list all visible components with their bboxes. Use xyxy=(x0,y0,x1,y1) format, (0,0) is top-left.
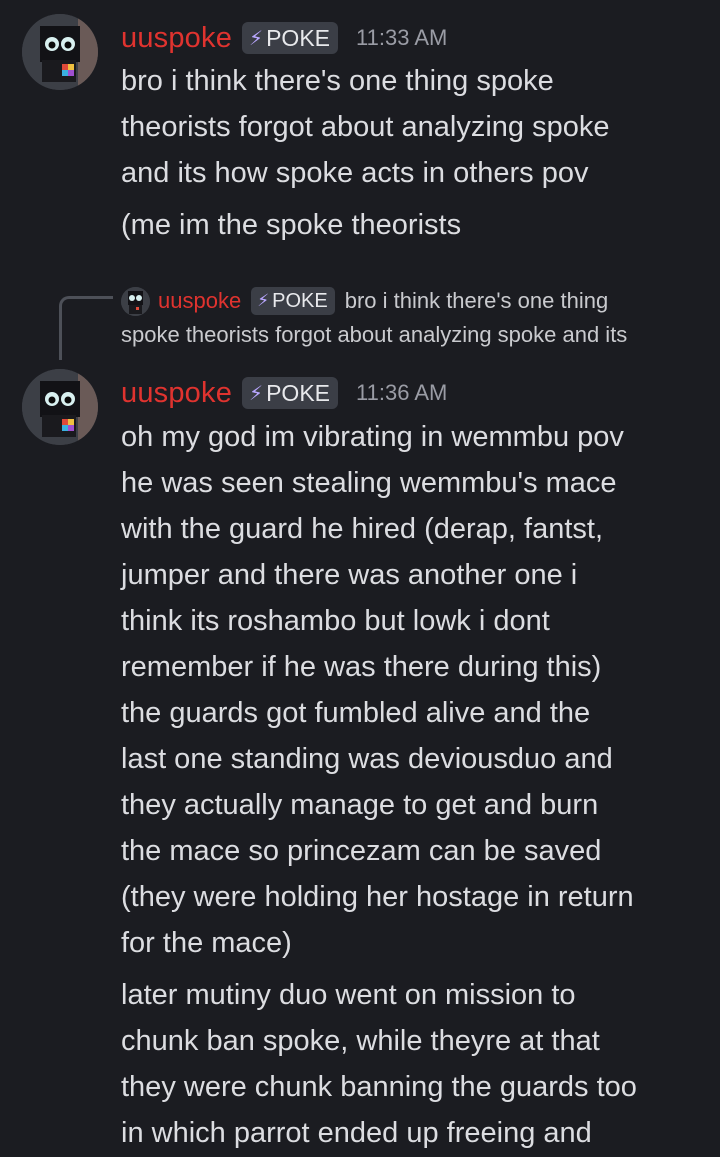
message-line: chunk ban spoke, while theyre at that xyxy=(121,1025,600,1057)
guild-tag[interactable]: ⚡ POKE xyxy=(242,377,339,409)
message-line: they were chunk banning the guards too xyxy=(121,1071,637,1103)
reply-guild-tag-label: POKE xyxy=(272,290,328,312)
message-line: (they were holding her hostage in return xyxy=(121,881,634,913)
username[interactable]: uuspoke xyxy=(121,377,232,410)
message-line: they actually manage to get and burn xyxy=(121,789,599,821)
message-line: with the guard he hired (derap, fantst, xyxy=(121,513,604,545)
timestamp[interactable]: 11:33 AM xyxy=(356,25,447,51)
reply-preview[interactable]: uuspoke ⚡ POKE bro i think there's one t… xyxy=(121,284,711,352)
reply-connector xyxy=(59,296,113,360)
guild-tag-label: POKE xyxy=(266,379,331,406)
guild-tag[interactable]: ⚡ POKE xyxy=(242,22,339,54)
reply-snippet: bro i think there's one thing xyxy=(344,288,609,313)
reply-guild-tag: ⚡ POKE xyxy=(251,287,335,315)
avatar[interactable] xyxy=(22,14,98,90)
reply-avatar xyxy=(121,286,150,316)
message-line: think its roshambo but lowk i dont xyxy=(121,605,550,637)
lightning-icon: ⚡ xyxy=(249,382,264,405)
timestamp[interactable]: 11:36 AM xyxy=(356,380,447,406)
reply-snippet: spoke theorists forgot about analyzing s… xyxy=(121,322,628,347)
message-line: later mutiny duo went on mission to xyxy=(121,979,576,1011)
message-line: the mace so princezam can be saved xyxy=(121,835,602,867)
lightning-icon: ⚡ xyxy=(257,291,270,310)
message-line: (me im the spoke theorists xyxy=(121,209,462,241)
message-line: for the mace) xyxy=(121,927,292,959)
message-line: bro i think there's one thing spoke xyxy=(121,65,554,97)
avatar[interactable] xyxy=(22,369,98,445)
message-line: oh my god im vibrating in wemmbu pov xyxy=(121,421,624,453)
message-line: jumper and there was another one i xyxy=(121,559,578,591)
message-line: and its how spoke acts in others pov xyxy=(121,157,589,189)
message-content: bro i think there's one thing spoke theo… xyxy=(121,58,711,248)
message-line: he was seen stealing wemmbu's mace xyxy=(121,467,617,499)
message-line: theorists forgot about analyzing spoke xyxy=(121,111,610,143)
message-content: oh my god im vibrating in wemmbu pov he … xyxy=(121,414,711,1156)
reply-username[interactable]: uuspoke xyxy=(158,284,241,318)
message-line: in which parrot ended up freeing and xyxy=(121,1117,592,1149)
lightning-icon: ⚡ xyxy=(249,27,264,50)
message-line: last one standing was deviousduo and xyxy=(121,743,613,775)
message-line: the guards got fumbled alive and the xyxy=(121,697,591,729)
username[interactable]: uuspoke xyxy=(121,22,232,55)
message-line: remember if he was there during this) xyxy=(121,651,602,683)
guild-tag-label: POKE xyxy=(266,24,331,51)
